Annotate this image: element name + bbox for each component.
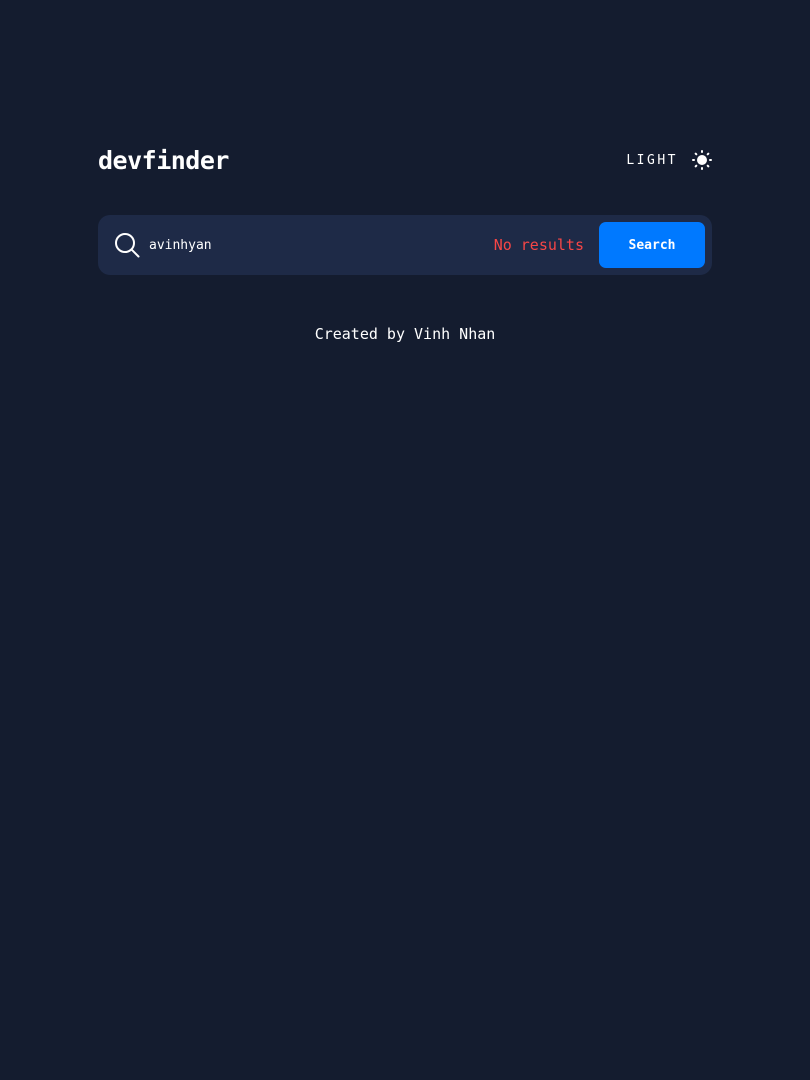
theme-toggle-label[interactable]: LIGHT	[626, 153, 678, 168]
header: devfinder LIGHT	[98, 140, 712, 180]
main-container: devfinder LIGHT avinhyan No results Sear…	[98, 140, 712, 275]
footer-credit: Created by Vinh Nhan	[314, 325, 496, 343]
search-button[interactable]: Search	[599, 222, 705, 268]
no-results-message: No results	[493, 236, 584, 254]
theme-toggle-button[interactable]: LIGHT	[626, 150, 712, 170]
sun-icon[interactable]	[692, 150, 712, 170]
app-logo: devfinder	[98, 145, 229, 175]
search-input[interactable]	[149, 237, 494, 253]
search-icon	[115, 233, 140, 258]
search-bar: No results Search	[98, 215, 712, 275]
